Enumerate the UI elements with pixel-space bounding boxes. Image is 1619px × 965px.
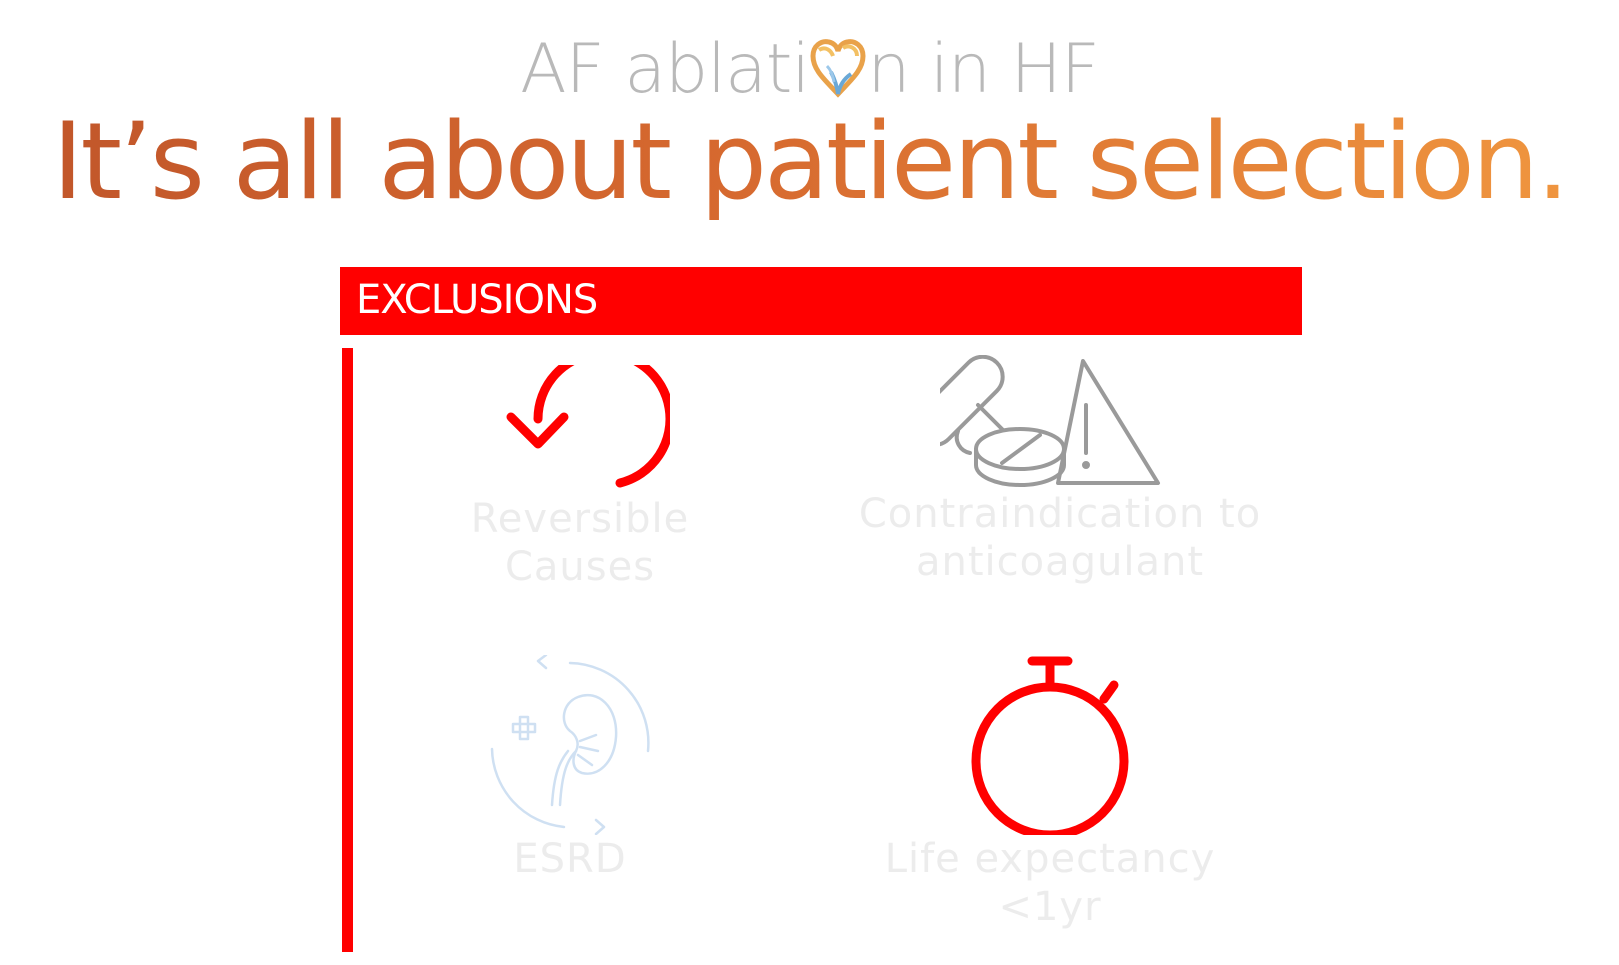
banner-label: EXCLUSIONS xyxy=(356,277,598,323)
slide-title: It’s all about patient selection. xyxy=(0,100,1619,223)
exclusions-banner: EXCLUSIONS xyxy=(340,267,1302,335)
undo-arrow-icon xyxy=(506,365,670,488)
stopwatch-icon xyxy=(971,656,1129,835)
heart-icon xyxy=(810,39,866,98)
item-contraindication: Contraindication to anticoagulant xyxy=(850,355,1270,586)
item-reversible-causes: Reversible Causes xyxy=(390,365,770,591)
vertical-accent-bar xyxy=(342,348,353,952)
item-label: Reversible Causes xyxy=(470,496,690,590)
subtitle-text-end: n in HF xyxy=(867,30,1100,109)
item-life-expectancy: Life expectancy <1yr xyxy=(845,655,1255,931)
slide-subtitle: AF ablati n in HF xyxy=(0,30,1619,109)
item-label: Life expectancy <1yr xyxy=(884,836,1216,930)
item-label: ESRD xyxy=(513,836,627,882)
item-esrd: ESRD xyxy=(440,655,700,883)
subtitle-text-start: AF ablati xyxy=(520,30,810,109)
pills-warning-icon xyxy=(940,355,1160,487)
kidney-icon xyxy=(490,655,650,835)
item-label: Contraindication to anticoagulant xyxy=(858,491,1262,585)
